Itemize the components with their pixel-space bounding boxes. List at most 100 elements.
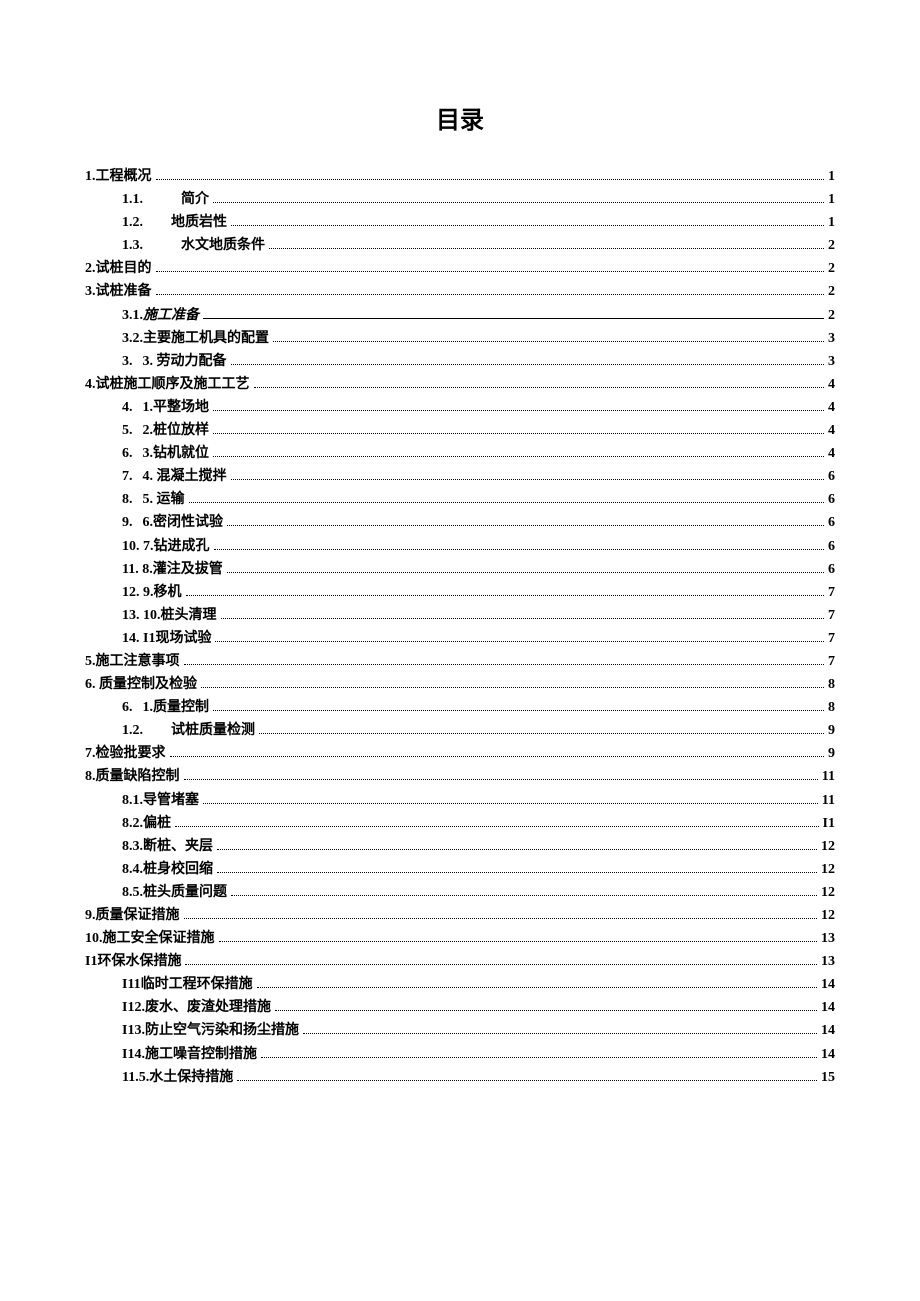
toc-entry-number: 11. 8. xyxy=(122,558,153,581)
toc-entry-page: 8 xyxy=(828,696,835,719)
toc-entry[interactable]: 8.5.桩头质量问题12 xyxy=(85,881,835,904)
toc-entry[interactable]: 8.5. 运输6 xyxy=(85,488,835,511)
toc-entry-number: 13. 10. xyxy=(122,604,161,627)
toc-entry[interactable]: I1环保水保措施13 xyxy=(85,950,835,973)
toc-leader-dots xyxy=(273,341,824,342)
toc-entry-label: 偏桩 xyxy=(143,812,171,835)
toc-entry-page: I1 xyxy=(823,812,835,835)
toc-entry[interactable]: I11临时工程环保措施14 xyxy=(85,973,835,996)
toc-entry-label: 主要施工机具的配置 xyxy=(143,327,269,350)
toc-title: 目录 xyxy=(85,100,835,135)
toc-entry[interactable]: 1.2.试桩质量检测9 xyxy=(85,719,835,742)
toc-entry[interactable]: 4.1.平整场地4 xyxy=(85,396,835,419)
toc-entry[interactable]: 1.2.地质岩性1 xyxy=(85,211,835,234)
toc-entry-number: 8 xyxy=(85,765,92,788)
toc-entry[interactable]: 6.1.质量控制8 xyxy=(85,696,835,719)
toc-entry-label: 地质岩性 xyxy=(171,211,227,234)
toc-entry[interactable]: I12.废水、废渣处理措施14 xyxy=(85,996,835,1019)
toc-leader-dots xyxy=(231,895,817,896)
toc-entry-page: 11 xyxy=(822,789,835,812)
toc-entry-label: 施工噪音控制措施 xyxy=(145,1043,257,1066)
toc-entry-page: 12 xyxy=(821,858,835,881)
toc-entry[interactable]: 8 .质量缺陷控制11 xyxy=(85,765,835,788)
toc-entry-page: 9 xyxy=(828,719,835,742)
toc-entry[interactable]: 10.施工安全保证措施13 xyxy=(85,927,835,950)
toc-entry-label: .试桩准备 xyxy=(92,280,152,303)
toc-entry-label: .试桩施工顺序及施工工艺 xyxy=(92,373,250,396)
toc-leader-dots xyxy=(215,641,824,642)
toc-entry[interactable]: 5 .施工注意事项7 xyxy=(85,650,835,673)
toc-entry[interactable]: 3.1.施工准备2 xyxy=(85,304,835,327)
toc-entry[interactable]: 13. 10.桩头清理7 xyxy=(85,604,835,627)
toc-entry[interactable]: I13.防止空气污染和扬尘措施14 xyxy=(85,1019,835,1042)
toc-entry[interactable]: 4 .试桩施工顺序及施工工艺4 xyxy=(85,373,835,396)
toc-entry-label: 质量保证措施 xyxy=(96,904,180,927)
toc-entry[interactable]: 12. 9.移机7 xyxy=(85,581,835,604)
toc-entry-number: 4 xyxy=(85,373,92,396)
toc-entry-label: 6.密闭性试验 xyxy=(143,511,224,534)
toc-entry-page: 6 xyxy=(828,488,835,511)
toc-entry[interactable]: 1.3.水文地质条件2 xyxy=(85,234,835,257)
toc-entry-page: 6 xyxy=(828,558,835,581)
toc-entry-page: 2 xyxy=(828,257,835,280)
toc-leader-dots xyxy=(213,433,824,434)
toc-entry-number: I12. xyxy=(122,996,145,1019)
toc-entry[interactable]: 10. 7.钻进成孔6 xyxy=(85,535,835,558)
toc-entry[interactable]: 7 .检验批要求9 xyxy=(85,742,835,765)
toc-entry-label: 1.平整场地 xyxy=(143,396,210,419)
toc-entry-number: 8.3. xyxy=(122,835,143,858)
toc-entry-page: 1 xyxy=(828,211,835,234)
toc-entry-label: .质量缺陷控制 xyxy=(92,765,180,788)
toc-entry[interactable]: 2 .试桩目的2 xyxy=(85,257,835,280)
toc-entry[interactable]: I14.施工噪音控制措施14 xyxy=(85,1043,835,1066)
toc-entry-page: 2 xyxy=(828,234,835,257)
toc-entry[interactable]: 3.3. 劳动力配备3 xyxy=(85,350,835,373)
toc-entry[interactable]: 3.2.主要施工机具的配置3 xyxy=(85,327,835,350)
toc-leader-dots xyxy=(217,849,817,850)
toc-entry[interactable]: 7.4. 混凝土搅拌6 xyxy=(85,465,835,488)
toc-entry-number: 12. 9. xyxy=(122,581,154,604)
toc-entry-page: 12 xyxy=(821,835,835,858)
toc-entry[interactable]: 8.4. 桩身校回缩 12 xyxy=(85,858,835,881)
toc-entry-number: 3.1. xyxy=(122,304,143,327)
toc-list: 1 .工程概况11.1.简介11.2.地质岩性11.3.水文地质条件22 .试桩… xyxy=(85,165,835,1089)
toc-leader-dots xyxy=(221,618,825,619)
toc-entry-number: 8.4. xyxy=(122,858,143,881)
toc-leader-dots xyxy=(156,271,825,272)
toc-entry-number: I11 xyxy=(122,973,141,996)
toc-entry-page: 4 xyxy=(828,442,835,465)
toc-entry-page: 2 xyxy=(828,280,835,303)
toc-entry-label: 废水、废渣处理措施 xyxy=(145,996,271,1019)
toc-entry-label: 水文地质条件 xyxy=(181,234,265,257)
toc-entry-label: 桩身校回缩 xyxy=(143,858,213,881)
toc-entry[interactable]: 9.质量保证措施12 xyxy=(85,904,835,927)
toc-entry-label: 临时工程环保措施 xyxy=(141,973,253,996)
toc-leader-dots xyxy=(231,364,825,365)
toc-leader-dots xyxy=(170,756,825,757)
toc-leader-dots xyxy=(303,1033,817,1034)
toc-entry[interactable]: 14. I1现场试验7 xyxy=(85,627,835,650)
toc-entry[interactable]: 8.2. 偏桩I1 xyxy=(85,812,835,835)
toc-entry-number: 7 xyxy=(85,742,92,765)
toc-leader-dots xyxy=(185,964,817,965)
toc-entry[interactable]: 6 . 质量控制及检验8 xyxy=(85,673,835,696)
toc-entry[interactable]: 3 .试桩准备2 xyxy=(85,280,835,303)
toc-entry-page: 12 xyxy=(821,904,835,927)
toc-entry-page: 7 xyxy=(828,581,835,604)
toc-leader-dots xyxy=(217,872,817,873)
toc-entry[interactable]: 6.3.钻机就位4 xyxy=(85,442,835,465)
toc-entry[interactable]: 1.1.简介1 xyxy=(85,188,835,211)
toc-entry[interactable]: 8.1.导管堵塞11 xyxy=(85,789,835,812)
toc-entry[interactable]: 11.5.水土保持措施15 xyxy=(85,1066,835,1089)
toc-entry-page: 7 xyxy=(828,627,835,650)
toc-leader-dots xyxy=(156,179,825,180)
toc-entry[interactable]: 9.6.密闭性试验6 xyxy=(85,511,835,534)
toc-entry-page: 15 xyxy=(821,1066,835,1089)
toc-entry[interactable]: 8.3.断桩、夹层12 xyxy=(85,835,835,858)
toc-entry-label: 4. 混凝土搅拌 xyxy=(143,465,227,488)
toc-entry[interactable]: 11. 8.灌注及拔管6 xyxy=(85,558,835,581)
toc-entry-label: 施工准备 xyxy=(143,304,199,327)
toc-entry[interactable]: 5.2.桩位放样4 xyxy=(85,419,835,442)
toc-entry-label: 桩头质量问题 xyxy=(143,881,227,904)
toc-entry[interactable]: 1 .工程概况1 xyxy=(85,165,835,188)
